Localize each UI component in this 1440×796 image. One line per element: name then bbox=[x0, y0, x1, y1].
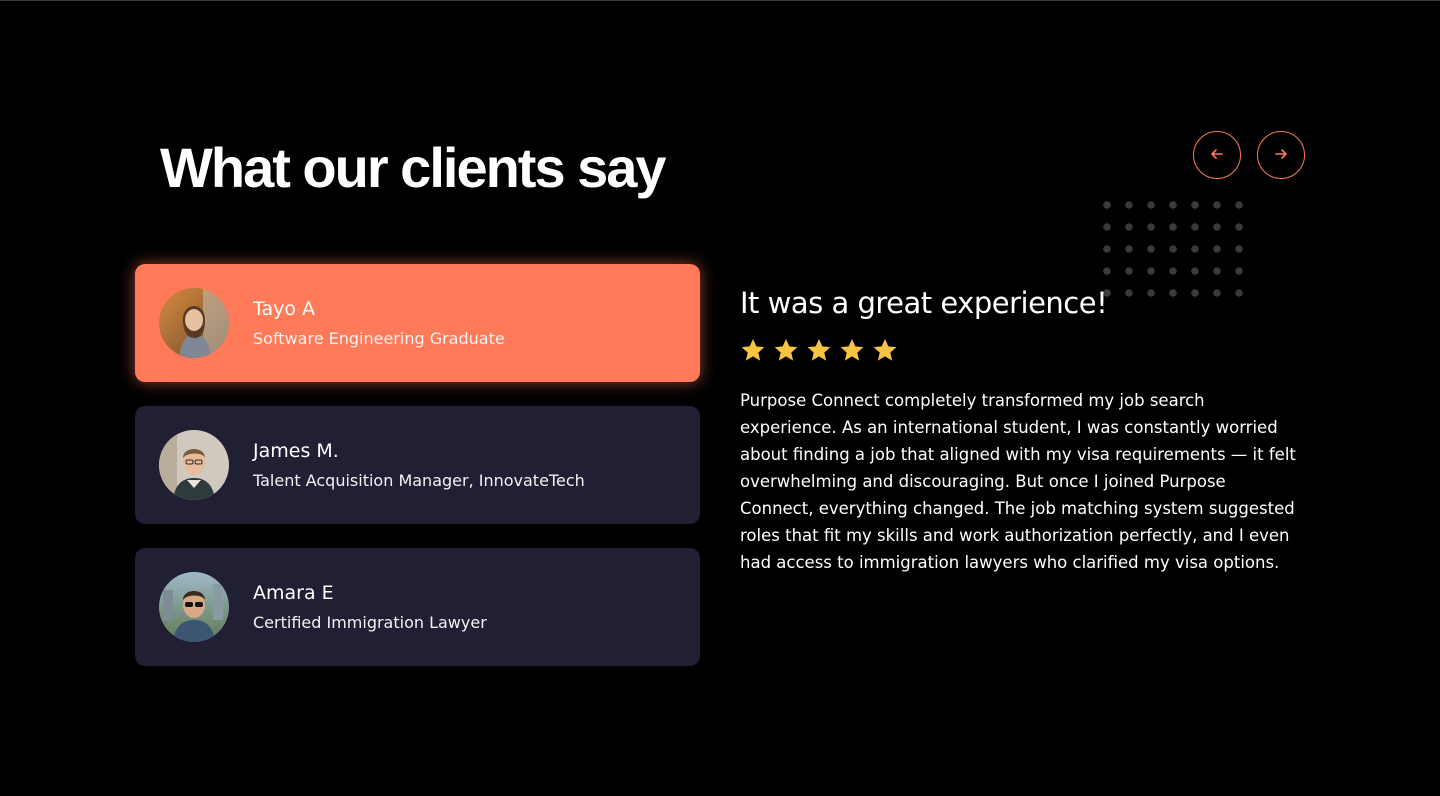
star-icon bbox=[740, 337, 766, 367]
testimonial-body: Purpose Connect completely transformed m… bbox=[740, 391, 1296, 572]
avatar bbox=[159, 430, 229, 500]
client-name: Amara E bbox=[253, 581, 334, 604]
client-list: Tayo A Software Engineering Graduate Jam… bbox=[135, 264, 700, 690]
star-icon bbox=[839, 337, 865, 367]
section-heading: What our clients say bbox=[160, 136, 667, 199]
testimonial-title: It was a great experience! bbox=[740, 286, 1108, 320]
star-rating bbox=[740, 337, 1300, 367]
star-icon bbox=[872, 337, 898, 367]
client-card-james[interactable]: James M. Talent Acquisition Manager, Inn… bbox=[135, 406, 700, 524]
client-name: James M. bbox=[253, 439, 339, 462]
client-card-amara[interactable]: Amara E Certified Immigration Lawyer bbox=[135, 548, 700, 666]
client-role: Software Engineering Graduate bbox=[253, 328, 505, 348]
client-role: Certified Immigration Lawyer bbox=[253, 612, 487, 632]
next-button[interactable] bbox=[1257, 131, 1305, 179]
previous-button[interactable] bbox=[1193, 131, 1241, 179]
client-role: Talent Acquisition Manager, InnovateTech bbox=[253, 470, 585, 490]
client-card-tayo[interactable]: Tayo A Software Engineering Graduate bbox=[135, 264, 700, 382]
avatar bbox=[159, 572, 229, 642]
star-icon bbox=[773, 337, 799, 367]
dot-grid-decoration bbox=[1103, 201, 1243, 297]
avatar bbox=[159, 288, 229, 358]
arrow-left-icon bbox=[1210, 147, 1224, 164]
testimonial-panel: It was a great experience! Purpose Conne… bbox=[740, 285, 1300, 576]
arrow-right-icon bbox=[1274, 147, 1288, 164]
star-icon bbox=[806, 337, 832, 367]
client-name: Tayo A bbox=[253, 297, 316, 320]
